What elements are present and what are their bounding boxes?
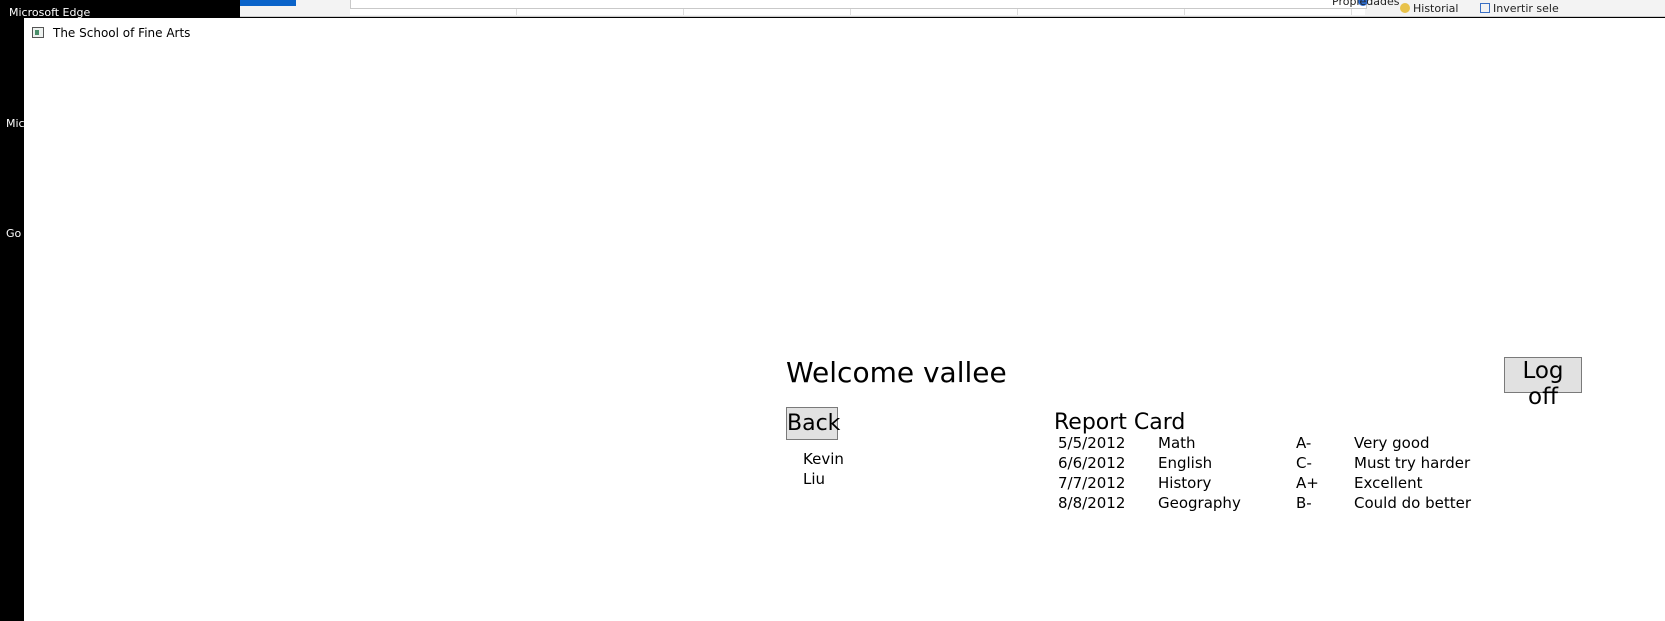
welcome-heading: Welcome vallee xyxy=(786,356,1007,389)
report-comment: Could do better xyxy=(1354,494,1471,512)
explorer-ribbon: Propiedades Historial Invertir sele xyxy=(240,0,1665,17)
report-date: 8/8/2012 xyxy=(1058,494,1126,512)
report-grade: B- xyxy=(1296,494,1312,512)
desktop-left-column: Mic Go xyxy=(0,18,25,621)
report-comment: Excellent xyxy=(1354,474,1423,492)
report-card-title: Report Card xyxy=(1054,410,1186,435)
report-grade: A+ xyxy=(1296,474,1319,492)
history-icon xyxy=(1400,3,1410,13)
app-window: The School of Fine Arts Welcome vallee L… xyxy=(24,18,1665,621)
ribbon-propiedades[interactable]: Propiedades xyxy=(1332,0,1399,8)
background-top-strip: Microsoft Edge Propiedades Historial Inv… xyxy=(0,0,1665,18)
ribbon-invertir-label: Invertir sele xyxy=(1493,2,1559,15)
desktop-icon-label-1[interactable]: Mic xyxy=(6,117,25,130)
student-first-name: Kevin xyxy=(803,450,844,468)
column-headers-strip xyxy=(350,9,1365,15)
report-row: 5/5/2012 Math A- Very good xyxy=(1058,434,1538,454)
report-subject: English xyxy=(1158,454,1213,472)
report-comment: Must try harder xyxy=(1354,454,1471,472)
student-last-name: Liu xyxy=(803,470,826,488)
back-button[interactable]: Back xyxy=(786,407,840,440)
app-icon xyxy=(32,27,44,38)
report-subject: History xyxy=(1158,474,1212,492)
report-grade: A- xyxy=(1296,434,1312,452)
report-date: 5/5/2012 xyxy=(1058,434,1126,452)
report-row: 6/6/2012 English C- Must try harder xyxy=(1058,454,1538,474)
report-row: 8/8/2012 Geography B- Could do better xyxy=(1058,494,1538,514)
invert-selection-icon xyxy=(1480,3,1490,13)
address-bar[interactable] xyxy=(350,0,1368,9)
ribbon-historial-label: Historial xyxy=(1413,2,1459,15)
taskbar-edge-label[interactable]: Microsoft Edge xyxy=(9,6,90,18)
report-subject: Math xyxy=(1158,434,1196,452)
report-row: 7/7/2012 History A+ Excellent xyxy=(1058,474,1538,494)
ribbon-file-tab[interactable] xyxy=(240,0,296,6)
report-subject: Geography xyxy=(1158,494,1241,512)
report-date: 7/7/2012 xyxy=(1058,474,1126,492)
desktop-icon-label-2[interactable]: Go xyxy=(6,227,21,240)
ribbon-invertir[interactable]: Invertir sele xyxy=(1480,2,1559,15)
logoff-button[interactable]: Log off xyxy=(1504,357,1582,410)
ribbon-historial[interactable]: Historial xyxy=(1400,2,1458,15)
window-title: The School of Fine Arts xyxy=(53,26,191,40)
report-grade: C- xyxy=(1296,454,1312,472)
report-date: 6/6/2012 xyxy=(1058,454,1126,472)
report-comment: Very good xyxy=(1354,434,1430,452)
window-titlebar[interactable]: The School of Fine Arts xyxy=(24,18,1665,46)
